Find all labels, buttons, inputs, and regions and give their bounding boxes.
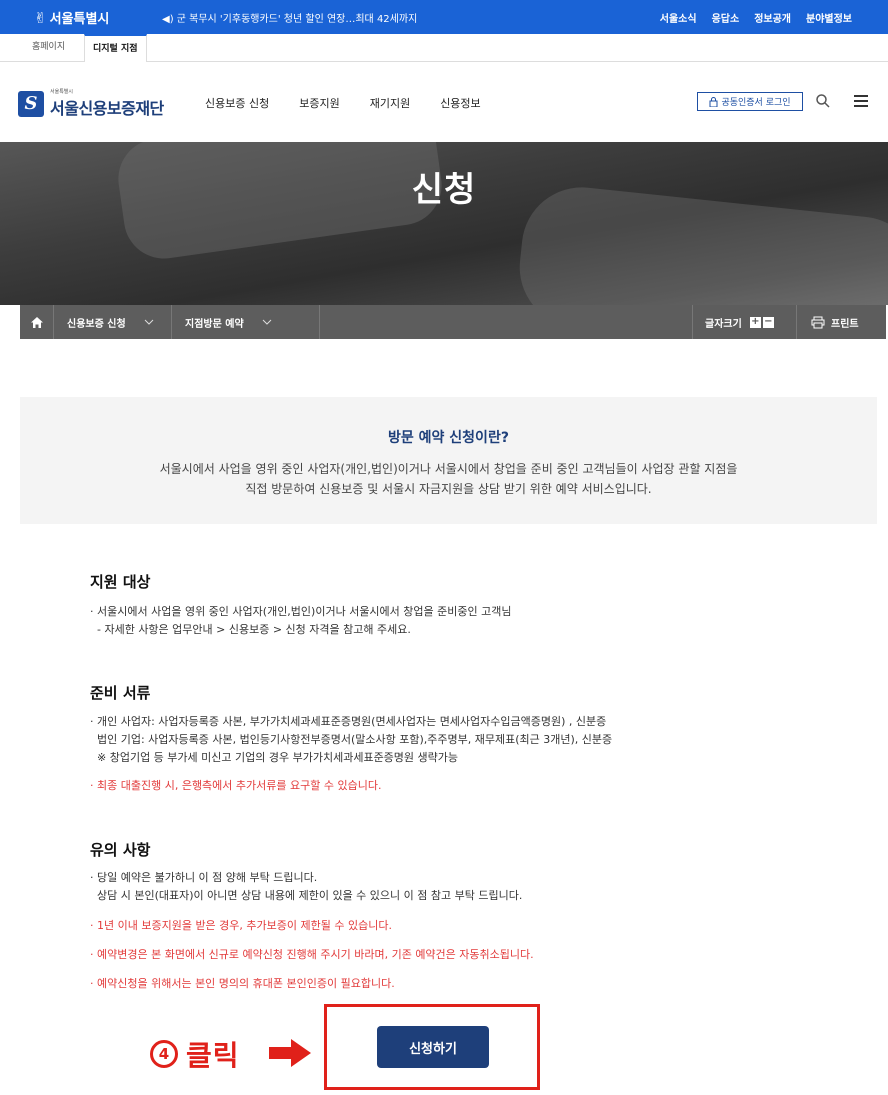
print-label: 프린트 bbox=[831, 318, 859, 330]
site-tabs: 홈페이지 디지털 지점 bbox=[0, 34, 888, 62]
nav-guarantee-support[interactable]: 보증지원 bbox=[299, 95, 339, 111]
step-annotation: 4 클릭 bbox=[150, 1034, 240, 1074]
seoul-logo-icon: ✌ bbox=[34, 8, 47, 27]
breadcrumb-label: 신용보증 신청 bbox=[67, 318, 126, 330]
apply-button[interactable]: 신청하기 bbox=[377, 1026, 489, 1068]
breadcrumb-credit-guarantee[interactable]: 신용보증 신청 bbox=[54, 305, 172, 339]
breadcrumb-branch-visit[interactable]: 지점방문 예약 bbox=[172, 305, 320, 339]
chevron-down-icon bbox=[262, 319, 272, 325]
printer-icon bbox=[811, 316, 825, 328]
search-icon[interactable] bbox=[815, 93, 831, 109]
step-number-badge: 4 bbox=[150, 1040, 178, 1068]
font-size-decrease-button[interactable]: − bbox=[762, 316, 774, 328]
tab-digital-branch[interactable]: 디지털 지점 bbox=[84, 34, 147, 62]
top-bar: ✌ 서울특별시 ◀) 군 복무시 '기후동행카드' 청년 할인 연장…최대 42… bbox=[0, 0, 888, 34]
brand-name: 서울신용보증재단 bbox=[50, 99, 164, 118]
top-link-info[interactable]: 정보공개 bbox=[754, 10, 791, 25]
arrow-right-icon bbox=[269, 1039, 311, 1067]
intro-box: 방문 예약 신청이란? 서울시에서 사업을 영위 중인 사업자(개인,법인)이거… bbox=[20, 397, 877, 524]
site-header: S 서울특별시 서울신용보증재단 신용보증 신청 보증지원 재기지원 신용정보 … bbox=[0, 62, 888, 142]
intro-title: 방문 예약 신청이란? bbox=[388, 430, 509, 446]
home-icon bbox=[30, 316, 43, 328]
section-title-documents: 준비 서류 bbox=[90, 684, 151, 702]
top-link-news[interactable]: 서울소식 bbox=[660, 10, 697, 25]
font-size-label: 글자크기 bbox=[705, 318, 742, 330]
nav-credit-guarantee-apply[interactable]: 신용보증 신청 bbox=[205, 95, 269, 111]
section-text-line: - 자세한 사항은 업무안내 > 신용보증 > 신청 자격을 참고해 주세요. bbox=[90, 623, 411, 636]
notice-ticker[interactable]: ◀) 군 복무시 '기후동행카드' 청년 할인 연장…최대 42세까지 bbox=[162, 10, 417, 25]
section-text-line: · 서울시에서 사업을 영위 중인 사업자(개인,법인)이거나 서울시에서 창업… bbox=[90, 605, 512, 618]
brand-subtitle: 서울특별시 bbox=[50, 89, 74, 95]
section-warning-line: · 1년 이내 보증지원을 받은 경우, 추가보증이 제한될 수 있습니다. bbox=[90, 919, 392, 932]
section-text-line: ※ 창업기업 등 부가세 미신고 기업의 경우 부가가치세과세표준증명원 생략가… bbox=[90, 751, 459, 764]
main-nav: 신용보증 신청 보증지원 재기지원 신용정보 bbox=[205, 95, 481, 111]
nav-recovery-support[interactable]: 재기지원 bbox=[370, 95, 410, 111]
print-button[interactable]: 프린트 bbox=[796, 305, 886, 339]
location-bar: 신용보증 신청 지점방문 예약 글자크기 + − 프린트 bbox=[20, 305, 886, 339]
section-warning-line: · 예약신청을 위해서는 본인 명의의 휴대폰 본인인증이 필요합니다. bbox=[90, 977, 395, 990]
section-title-support-target: 지원 대상 bbox=[90, 573, 151, 591]
hero-banner: 신청 bbox=[0, 142, 888, 305]
nav-credit-info[interactable]: 신용정보 bbox=[440, 95, 480, 111]
section-text-line: · 개인 사업자: 사업자등록증 사본, 부가가치세과세표준증명원(면세사업자는… bbox=[90, 715, 607, 728]
top-link-field-info[interactable]: 분야별정보 bbox=[806, 10, 852, 25]
breadcrumb-label: 지점방문 예약 bbox=[185, 318, 244, 330]
cert-login-button[interactable]: 공동인증서 로그인 bbox=[697, 92, 803, 111]
brand-logo[interactable]: S 서울특별시 서울신용보증재단 bbox=[18, 88, 164, 119]
cert-login-label: 공동인증서 로그인 bbox=[721, 98, 791, 108]
section-title-notes: 유의 사항 bbox=[90, 841, 151, 859]
page-title: 신청 bbox=[411, 170, 477, 210]
top-link-response[interactable]: 응답소 bbox=[712, 10, 740, 25]
intro-text-line: 서울시에서 사업을 영위 중인 사업자(개인,법인)이거나 서울시에서 창업을 … bbox=[159, 462, 738, 476]
section-warning-line: · 예약변경은 본 화면에서 신규로 예약신청 진행해 주시기 바라며, 기존 … bbox=[90, 948, 534, 961]
seoul-logo-text: 서울특별시 bbox=[49, 12, 110, 27]
brand-mark-icon: S bbox=[18, 90, 44, 117]
home-button[interactable] bbox=[20, 305, 54, 339]
intro-text-line: 직접 방문하여 신용보증 및 서울시 자금지원을 상담 받기 위한 예약 서비스… bbox=[245, 482, 652, 496]
chevron-down-icon bbox=[144, 319, 154, 325]
tab-homepage[interactable]: 홈페이지 bbox=[24, 34, 73, 62]
lock-icon bbox=[709, 96, 718, 107]
hamburger-menu-icon[interactable] bbox=[853, 94, 869, 108]
top-links: 서울소식 응답소 정보공개 분야별정보 bbox=[660, 10, 852, 25]
step-annotation-text: 클릭 bbox=[186, 1039, 240, 1072]
font-size-increase-button[interactable]: + bbox=[749, 316, 761, 328]
section-text-line: · 당일 예약은 불가하니 이 점 양해 부탁 드립니다. bbox=[90, 871, 318, 884]
section-text-line: 법인 기업: 사업자등록증 사본, 법인등기사항전부증명서(말소사항 포함),주… bbox=[90, 733, 613, 746]
seoul-logo[interactable]: ✌ 서울특별시 bbox=[34, 8, 110, 28]
section-warning-line: · 최종 대출진행 시, 은행측에서 추가서류를 요구할 수 있습니다. bbox=[90, 779, 382, 792]
section-text-line: 상담 시 본인(대표자)이 아니면 상담 내용에 제한이 있을 수 있으니 이 … bbox=[90, 889, 523, 902]
